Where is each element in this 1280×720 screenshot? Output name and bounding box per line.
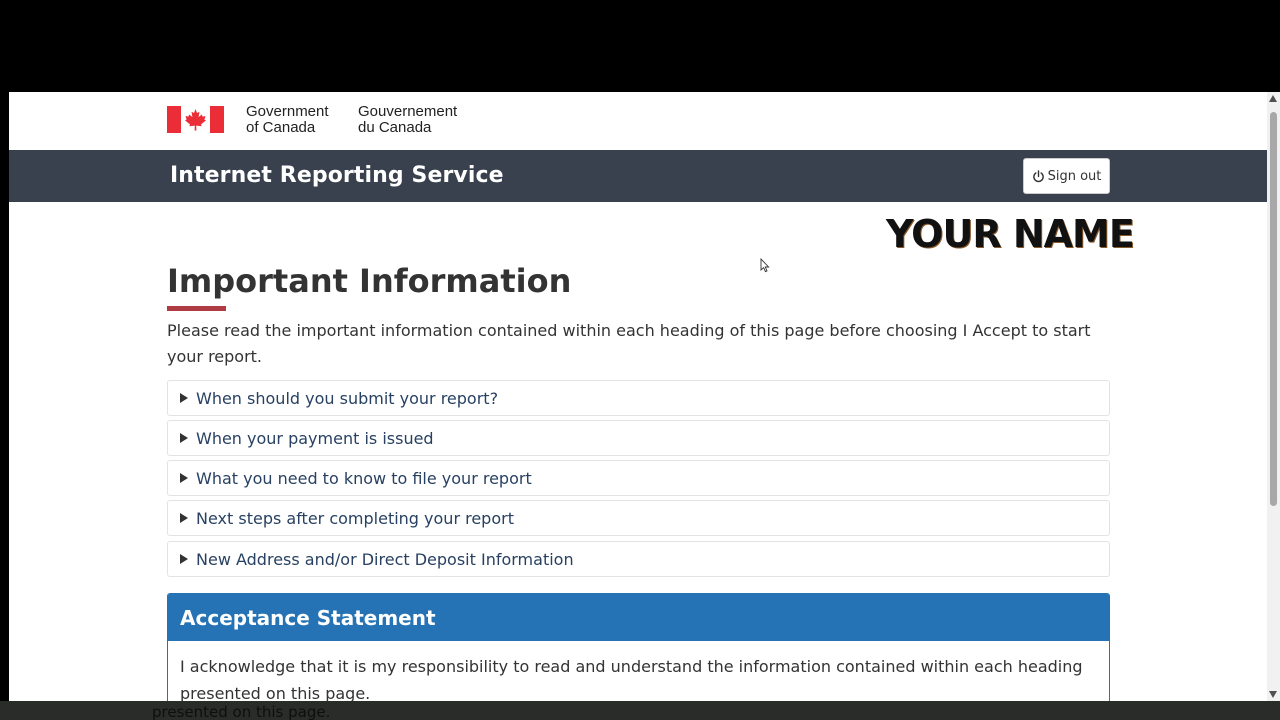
gov-en-line2: of Canada bbox=[246, 119, 316, 136]
accordion-item-new-address[interactable]: New Address and/or Direct Deposit Inform… bbox=[167, 541, 1110, 577]
name-overlay: YOUR NAME bbox=[879, 202, 1155, 260]
accordion-label: When should you submit your report? bbox=[196, 388, 499, 408]
intro-text: Please read the important information co… bbox=[167, 321, 1091, 366]
accordion-item-next-steps[interactable]: Next steps after completing your report bbox=[167, 500, 1110, 536]
bottom-ghost-text: presented on this page. bbox=[152, 703, 331, 720]
acceptance-body: I acknowledge that it is my responsibili… bbox=[180, 657, 1083, 701]
page-title: Important Information bbox=[167, 262, 572, 300]
bottom-overlay-strip: presented on this page. bbox=[0, 701, 1280, 720]
gov-header: Government of Canada Gouvernement du Can… bbox=[9, 92, 1267, 150]
mouse-cursor-icon bbox=[760, 258, 770, 273]
browser-viewport: Government of Canada Gouvernement du Can… bbox=[9, 92, 1267, 701]
accordion-item-submit-report[interactable]: When should you submit your report? bbox=[167, 380, 1110, 416]
acceptance-panel: Acceptance Statement I acknowledge that … bbox=[167, 593, 1110, 701]
title-underline bbox=[167, 306, 226, 311]
triangle-right-icon bbox=[180, 433, 188, 443]
sign-out-button[interactable]: Sign out bbox=[1023, 158, 1110, 194]
gov-fr-line1: Gouvernement bbox=[358, 103, 458, 120]
triangle-right-icon bbox=[180, 393, 188, 403]
app-title[interactable]: Internet Reporting Service bbox=[170, 163, 504, 188]
sign-out-label: Sign out bbox=[1047, 168, 1102, 184]
accordion-item-what-to-know[interactable]: What you need to know to file your repor… bbox=[167, 460, 1110, 496]
accordion-label: When your payment is issued bbox=[196, 428, 434, 448]
overlay-name-text: YOUR NAME bbox=[886, 212, 1135, 256]
accordion-label: Next steps after completing your report bbox=[196, 508, 514, 528]
power-icon bbox=[1032, 169, 1044, 182]
accordion-label: New Address and/or Direct Deposit Inform… bbox=[196, 549, 574, 569]
scroll-up-arrow-icon[interactable] bbox=[1269, 95, 1277, 102]
accordion-item-payment-issued[interactable]: When your payment is issued bbox=[167, 420, 1110, 456]
triangle-right-icon bbox=[180, 473, 188, 483]
canada-flag-icon bbox=[167, 106, 224, 133]
scroll-down-arrow-icon[interactable] bbox=[1269, 691, 1277, 698]
triangle-right-icon bbox=[180, 554, 188, 564]
screen: Government of Canada Gouvernement du Can… bbox=[0, 0, 1280, 720]
accordion-label: What you need to know to file your repor… bbox=[196, 468, 532, 488]
acceptance-title: Acceptance Statement bbox=[180, 605, 436, 630]
triangle-right-icon bbox=[180, 513, 188, 523]
gov-fr-line2: du Canada bbox=[358, 119, 432, 136]
acceptance-header: Acceptance Statement bbox=[168, 594, 1109, 641]
gov-signature-en[interactable]: Government of Canada bbox=[246, 104, 329, 136]
gov-signature-fr[interactable]: Gouvernement du Canada bbox=[358, 104, 457, 136]
gov-en-line1: Government bbox=[246, 103, 329, 120]
scroll-thumb[interactable] bbox=[1270, 112, 1277, 506]
app-bar: Internet Reporting Service Sign out bbox=[9, 150, 1267, 202]
vertical-scrollbar[interactable] bbox=[1267, 92, 1280, 701]
